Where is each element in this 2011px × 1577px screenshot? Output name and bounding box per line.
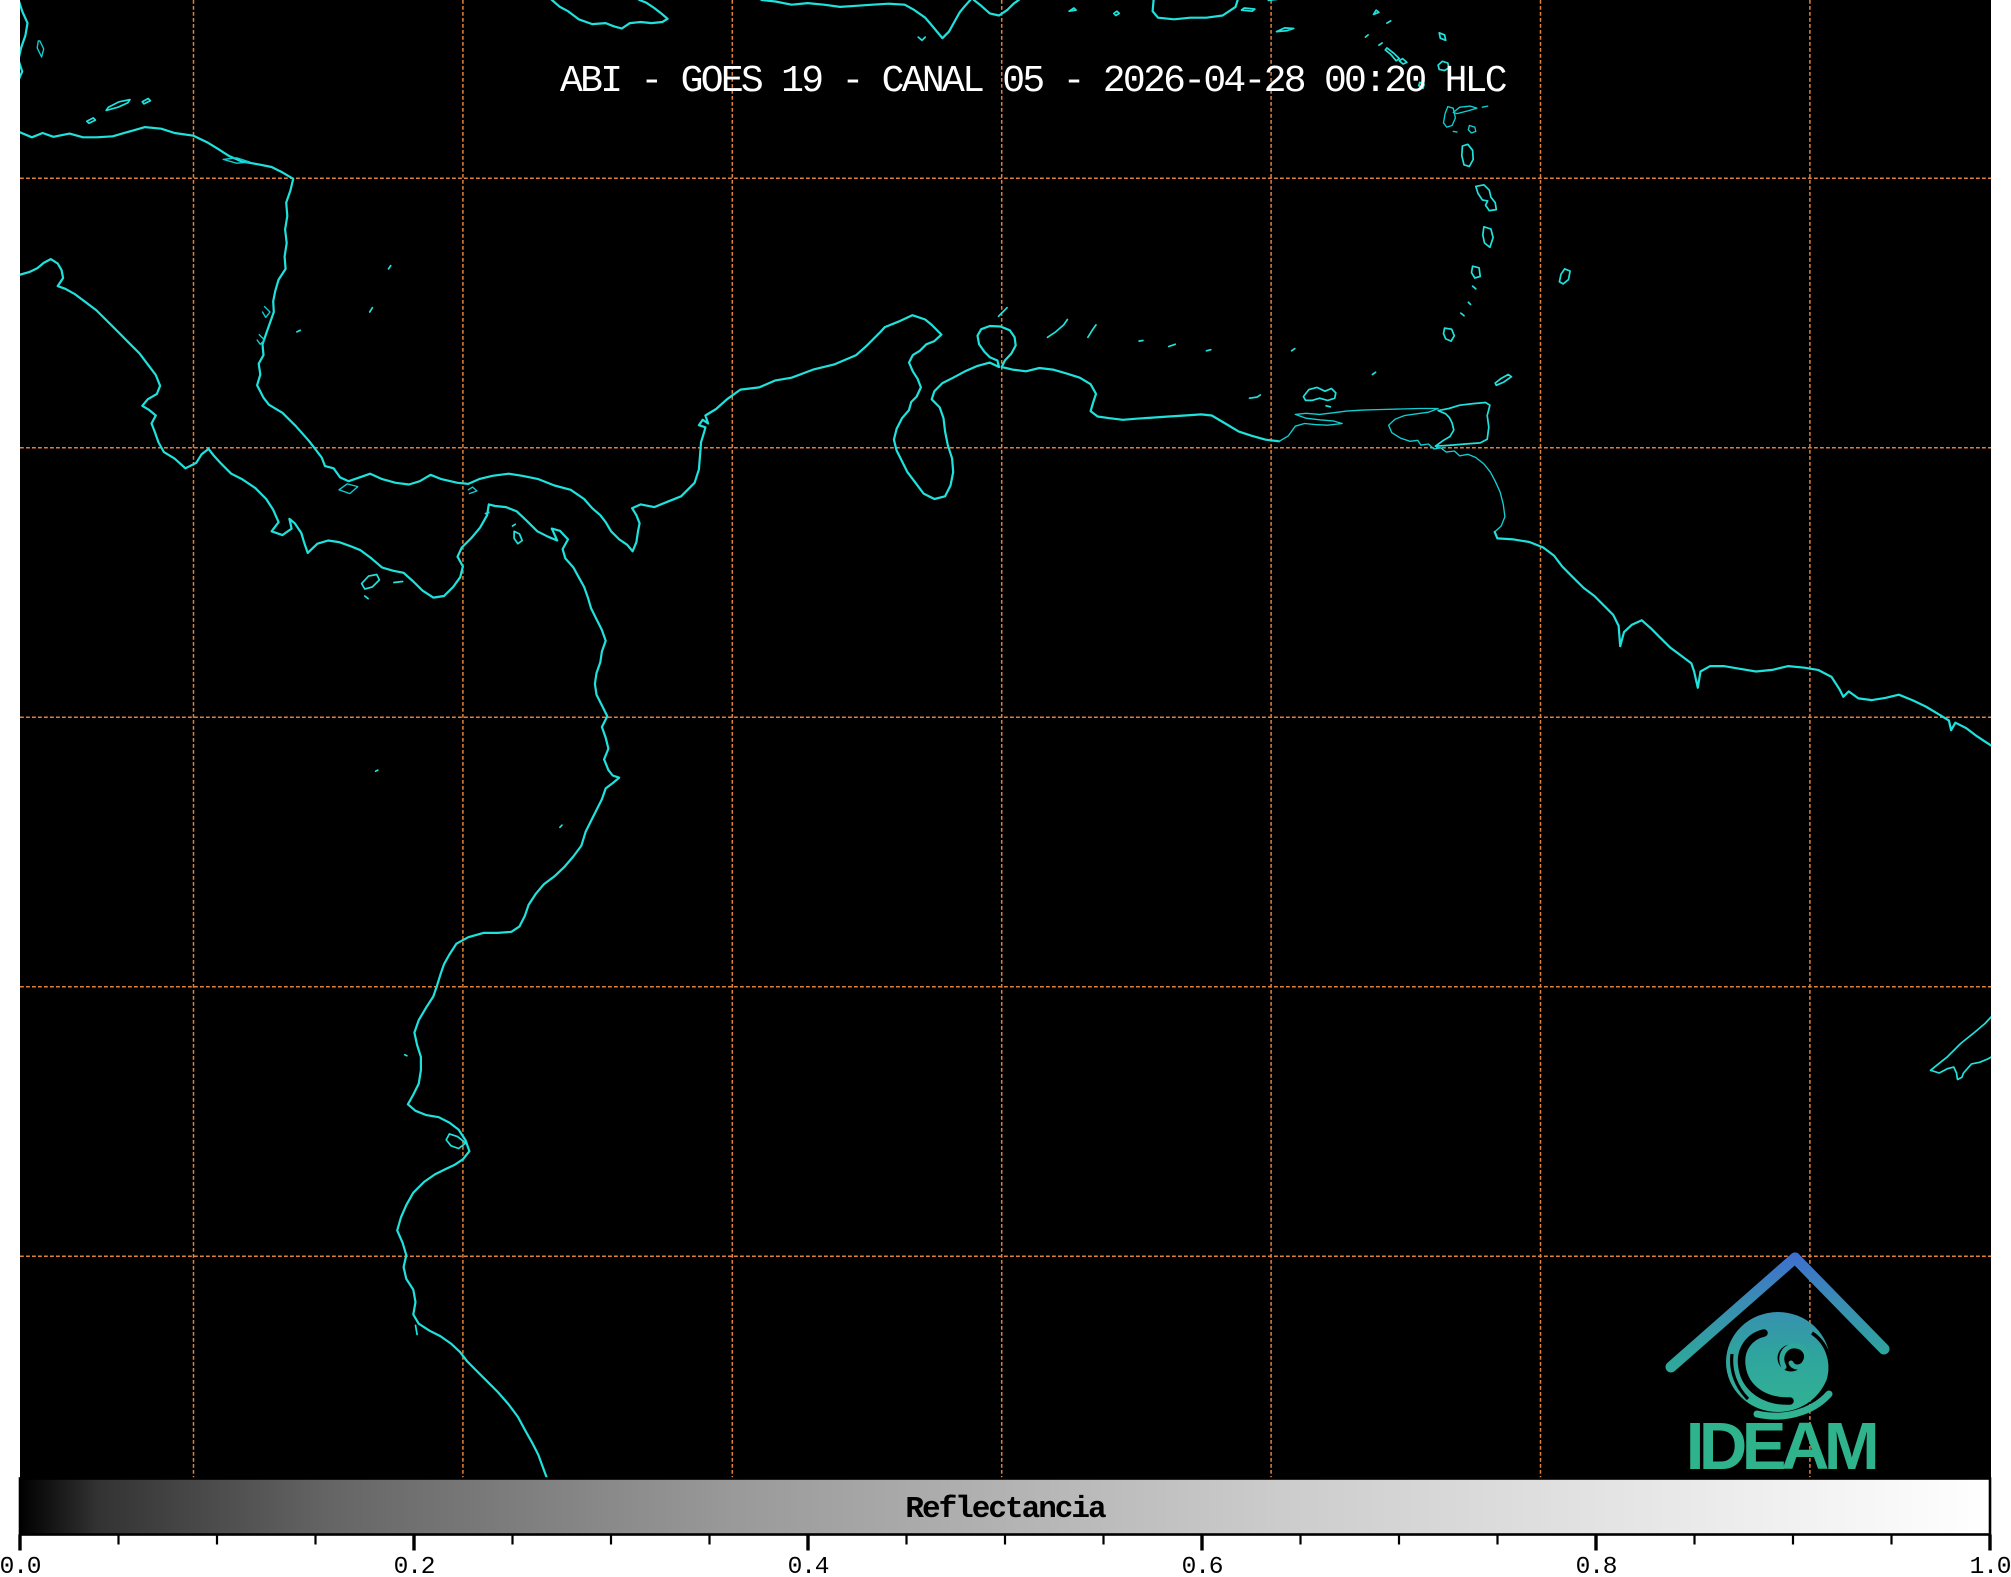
- svg-text:Reflectancia: Reflectancia: [905, 1492, 1106, 1527]
- svg-text:IDEAM: IDEAM: [1686, 1409, 1876, 1484]
- svg-text:0.6: 0.6: [1182, 1554, 1223, 1577]
- svg-text:ABI - GOES 19 - CANAL 05 - 202: ABI - GOES 19 - CANAL 05 - 2026-04-28 00…: [560, 60, 1507, 103]
- svg-text:0.0: 0.0: [0, 1554, 41, 1577]
- svg-text:0.8: 0.8: [1576, 1554, 1617, 1577]
- svg-text:1.0: 1.0: [1970, 1554, 2011, 1577]
- svg-text:0.4: 0.4: [788, 1554, 829, 1577]
- svg-text:0.2: 0.2: [394, 1554, 435, 1577]
